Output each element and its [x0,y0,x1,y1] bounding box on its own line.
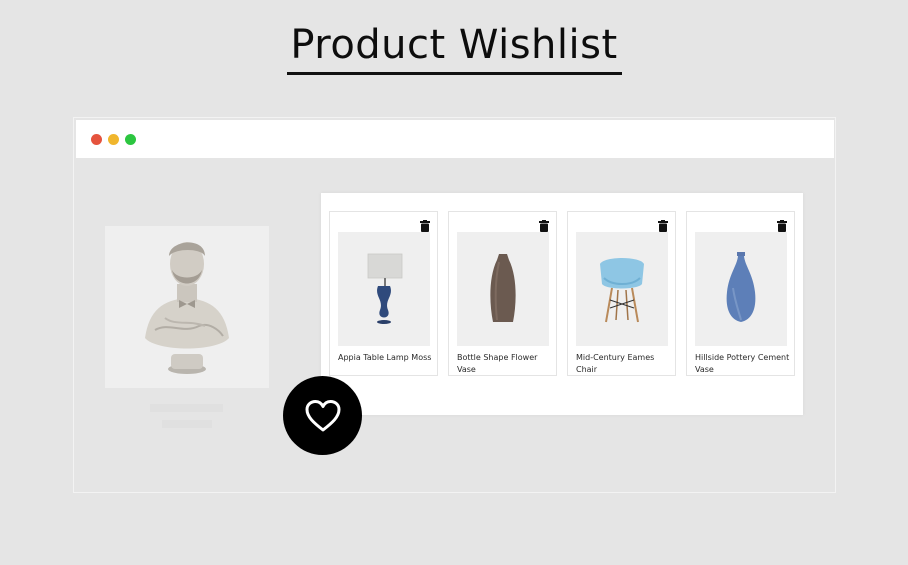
trash-icon[interactable] [539,220,549,232]
item-thumbnail[interactable] [457,232,549,346]
item-thumbnail[interactable] [576,232,668,346]
trash-icon[interactable] [777,220,787,232]
heart-icon [305,399,340,431]
title-underline [287,72,622,75]
wishlist-item[interactable]: Mid-Century Eames Chair [567,211,676,376]
window-maximize-button[interactable] [125,134,136,145]
featured-title-placeholder [150,404,223,412]
wishlist-panel: Appia Table Lamp Moss Bottle Shape Flowe… [321,193,803,415]
item-thumbnail[interactable] [695,232,787,346]
trash-icon[interactable] [420,220,430,232]
wishlist-item[interactable]: Appia Table Lamp Moss [329,211,438,376]
item-name[interactable]: Bottle Shape Flower Vase [457,352,555,376]
item-thumbnail[interactable] [338,232,430,346]
wishlist-item[interactable]: Hillside Pottery Cement Vase [686,211,795,376]
wishlist-heart-button[interactable] [283,376,362,455]
featured-product-image[interactable] [105,226,269,388]
page-title: Product Wishlist [290,22,618,68]
brown-vase-image [490,254,516,322]
window-close-button[interactable] [91,134,102,145]
window-titlebar [76,120,834,158]
table-lamp-image [367,253,403,324]
trash-icon[interactable] [658,220,668,232]
blue-vase-image [726,252,756,322]
item-name[interactable]: Appia Table Lamp Moss [338,352,436,364]
bust-sculpture-image [145,242,229,374]
eames-chair-image [600,258,644,323]
wishlist-item[interactable]: Bottle Shape Flower Vase [448,211,557,376]
window-minimize-button[interactable] [108,134,119,145]
item-name[interactable]: Hillside Pottery Cement Vase [695,352,793,376]
featured-price-placeholder [162,420,212,428]
item-name[interactable]: Mid-Century Eames Chair [576,352,674,376]
